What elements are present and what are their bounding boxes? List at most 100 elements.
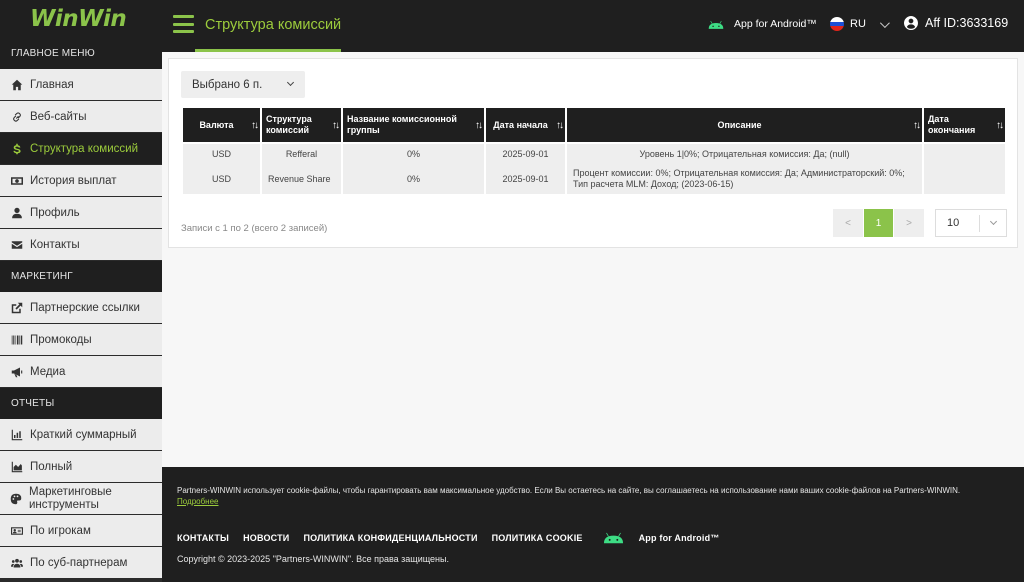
prev-page-button[interactable]: <: [833, 209, 863, 237]
chevron-down-icon: [879, 17, 890, 28]
sidebar-item-by-players[interactable]: По игрокам: [0, 515, 162, 546]
logo-text: WinWin: [30, 6, 127, 32]
cell-commission-structure: Refferal: [262, 142, 341, 164]
section-main-menu: ГЛАВНОЕ МЕНЮ: [0, 38, 162, 69]
barcode-icon: [10, 333, 23, 346]
pagination: < 1 >: [833, 209, 924, 237]
menu-toggle-button[interactable]: [173, 15, 194, 33]
sidebar-item-label: Маркетинговые инструменты: [29, 485, 112, 511]
cell-currency: USD: [183, 164, 260, 194]
android-icon: [708, 20, 724, 29]
table-row: USD Refferal 0% 2025-09-01 Уровень 1|0%;…: [183, 142, 1005, 164]
user-circle-icon: [904, 16, 918, 30]
sidebar-item-label: По суб-партнерам: [30, 556, 128, 569]
footer-link-privacy[interactable]: ПОЛИТИКА КОНФИДЕНЦИАЛЬНОСТИ: [303, 533, 477, 543]
cell-commission-group: 0%: [343, 142, 484, 164]
language-label: RU: [850, 18, 866, 30]
footer-android-link[interactable]: App for Android™: [603, 531, 734, 544]
sidebar-item-contacts[interactable]: Контакты: [0, 229, 162, 260]
sidebar-item-label: Промокоды: [30, 333, 92, 346]
column-header-start-date[interactable]: Дата начала ↑↓: [486, 108, 565, 142]
sidebar-item-by-sub-partners[interactable]: По суб-партнерам: [0, 547, 162, 578]
logo[interactable]: WinWin: [0, 0, 162, 38]
commissions-table: Валюта ↑↓ Структура комиссий ↑↓ Название к…: [181, 108, 1007, 194]
id-card-icon: [10, 524, 23, 537]
home-icon: [10, 78, 23, 91]
column-header-commission-group[interactable]: Название комиссионной группы ↑↓: [343, 108, 484, 142]
sidebar-item-label: Главная: [30, 78, 74, 91]
sidebar-item-label: Профиль: [30, 206, 80, 219]
cell-start-date: 2025-09-01: [486, 142, 565, 164]
column-header-description[interactable]: Описание ↑↓: [567, 108, 922, 142]
section-reports: ОТЧЕТЫ: [0, 388, 162, 419]
account-menu[interactable]: Aff ID:3633169: [904, 16, 1008, 30]
next-page-button[interactable]: >: [894, 209, 924, 237]
palette-icon: [10, 492, 22, 505]
per-page-value: 10: [947, 217, 960, 229]
chevron-down-icon: [989, 217, 998, 226]
sidebar-item-partner-links[interactable]: Партнерские ссылки: [0, 292, 162, 323]
column-header-currency[interactable]: Валюта ↑↓: [183, 108, 260, 142]
cell-start-date: 2025-09-01: [486, 164, 565, 194]
table-row: USD Revenue Share 0% 2025-09-01 Процент …: [183, 164, 1005, 194]
sidebar-item-media[interactable]: Медиа: [0, 356, 162, 387]
column-header-commission-structure[interactable]: Структура комиссий ↑↓: [262, 108, 341, 142]
page-title: Структура комиссий: [205, 17, 342, 33]
page-1-button[interactable]: 1: [864, 209, 893, 237]
bullhorn-icon: [10, 365, 23, 378]
footer-android-label: App for Android™: [638, 532, 720, 543]
cell-end-date: [924, 142, 1005, 164]
sidebar-item-label: Медиа: [30, 365, 66, 378]
sort-icon: ↑↓: [475, 120, 483, 131]
sidebar-item-label: Структура комиссий: [30, 142, 138, 155]
filter-select[interactable]: Выбрано 6 п.: [181, 71, 305, 98]
divider: [979, 215, 980, 232]
russia-flag-icon: [830, 17, 844, 31]
user-icon: [10, 206, 23, 219]
cell-description: Уровень 1|0%; Отрицательная комиссия: Да…: [567, 142, 922, 164]
records-info: Записи с 1 по 2 (всего 2 записей): [181, 223, 328, 234]
android-icon: [603, 532, 623, 544]
cell-currency: USD: [183, 142, 260, 164]
copyright: Copyright © 2023-2025 "Partners-WINWIN".…: [177, 554, 449, 564]
users-icon: [10, 556, 23, 569]
column-header-end-date[interactable]: Дата окончания ↑↓: [924, 108, 1005, 142]
money-icon: [10, 174, 23, 187]
footer-link-contacts[interactable]: КОНТАКТЫ: [177, 533, 229, 543]
sidebar-item-brief-summary[interactable]: Краткий суммарный: [0, 419, 162, 450]
sidebar-item-label: Веб-сайты: [30, 110, 87, 123]
cookie-more-link[interactable]: Подробнее: [177, 497, 219, 506]
cell-end-date: [924, 164, 1005, 194]
footer-link-news[interactable]: НОВОСТИ: [243, 533, 289, 543]
sidebar-item-websites[interactable]: Веб-сайты: [0, 101, 162, 132]
envelope-icon: [10, 238, 23, 251]
sidebar-item-commission-structure[interactable]: Структура комиссий: [0, 133, 162, 164]
footer: Partners-WINWIN использует cookie-файлы,…: [162, 467, 1024, 582]
sidebar-item-payout-history[interactable]: История выплат: [0, 165, 162, 196]
sidebar-item-profile[interactable]: Профиль: [0, 197, 162, 228]
sidebar-item-full[interactable]: Полный: [0, 451, 162, 482]
language-selector[interactable]: RU: [830, 17, 890, 31]
sort-icon: ↑↓: [913, 120, 921, 131]
sort-icon: ↑↓: [556, 120, 564, 131]
chevron-down-icon: [286, 78, 295, 87]
sidebar-item-label: Полный: [30, 460, 73, 473]
per-page-select[interactable]: 10: [935, 209, 1007, 237]
sort-icon: ↑↓: [251, 120, 259, 131]
sidebar-item-home[interactable]: Главная: [0, 69, 162, 100]
top-header: Структура комиссий App for Android™ RU A…: [162, 0, 1024, 52]
footer-link-cookie-policy[interactable]: ПОЛИТИКА COOKIE: [492, 533, 583, 543]
section-marketing: МАРКЕТИНГ: [0, 261, 162, 292]
sidebar-item-promocodes[interactable]: Промокоды: [0, 324, 162, 355]
dollar-icon: [10, 142, 23, 155]
sidebar-item-label: История выплат: [30, 174, 117, 187]
cell-commission-group: 0%: [343, 164, 484, 194]
android-link-label: App for Android™: [734, 18, 817, 30]
cookie-text: Partners-WINWIN использует cookie-файлы,…: [177, 486, 961, 495]
sidebar-item-marketing-tools[interactable]: Маркетинговые инструменты: [0, 483, 162, 514]
area-chart-icon: [10, 460, 23, 473]
sidebar: WinWin ГЛАВНОЕ МЕНЮ Главная Веб-сайты Ст…: [0, 0, 162, 582]
sidebar-item-label: Контакты: [30, 238, 80, 251]
android-app-link[interactable]: App for Android™: [708, 18, 817, 30]
external-link-icon: [10, 301, 23, 314]
